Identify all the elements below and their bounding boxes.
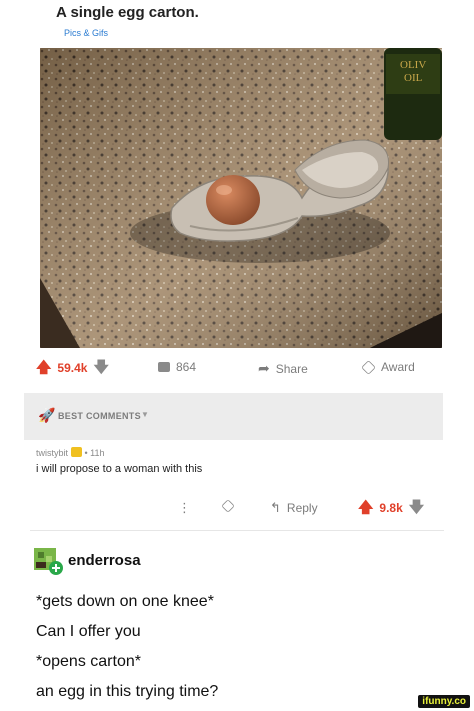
- comment-sort-bar[interactable]: 🚀 BEST COMMENTS ▼: [24, 393, 443, 440]
- rocket-icon: 🚀: [38, 407, 56, 423]
- comment-award-button[interactable]: [221, 499, 235, 513]
- divider: [30, 530, 444, 531]
- share-label: Share: [275, 361, 308, 376]
- bottle-label-line-1: OLIV: [400, 59, 426, 71]
- egg-carton-photo: OLIV OIL: [40, 48, 442, 348]
- reply-icon: ↰: [270, 500, 281, 515]
- post-header: A single egg carton. Pics & Gifs: [0, 0, 474, 46]
- award-label: Award: [381, 360, 415, 374]
- comment-age: • 11h: [84, 448, 105, 458]
- comment-more-button[interactable]: ⋮: [178, 500, 191, 516]
- bottle-label-line-2: OIL: [404, 72, 423, 84]
- vote-control: 🡅 59.4k 🡇: [36, 360, 109, 375]
- comment-body: i will propose to a woman with this: [36, 463, 203, 475]
- award-icon: [361, 359, 376, 375]
- upvote-icon[interactable]: 🡅: [36, 360, 51, 375]
- user-badge-icon: [71, 447, 83, 457]
- share-icon: ➦: [258, 360, 270, 376]
- comment-score: 9.8k: [379, 500, 403, 515]
- tweet-line: an egg in this trying time?: [36, 683, 219, 700]
- reply-button[interactable]: ↰ Reply: [270, 500, 318, 516]
- tweet-line: *opens carton*: [36, 653, 141, 670]
- share-button[interactable]: ➦ Share: [258, 360, 308, 377]
- comments-button[interactable]: 864: [158, 360, 196, 374]
- post-action-bar: 🡅 59.4k 🡇 864 ➦ Share Award: [0, 356, 474, 382]
- post-score: 59.4k: [57, 360, 88, 375]
- post-title[interactable]: A single egg carton.: [56, 4, 199, 21]
- comment-vote-control: 🡅 9.8k 🡇: [358, 500, 424, 515]
- comment-username[interactable]: twistybit: [36, 448, 68, 458]
- tweet-author[interactable]: enderrosa: [68, 552, 141, 569]
- avatar: [34, 546, 64, 576]
- comment-count: 864: [176, 360, 197, 374]
- downvote-icon[interactable]: 🡇: [93, 360, 108, 375]
- post-flair[interactable]: Pics & Gifs: [64, 28, 108, 38]
- comment-icon: [158, 362, 170, 372]
- reply-label: Reply: [286, 501, 318, 515]
- upvote-icon[interactable]: 🡅: [358, 500, 373, 515]
- comment-sort-label: BEST COMMENTS: [58, 411, 141, 421]
- award-icon: [221, 499, 235, 513]
- comment-meta: twistybit • 11h: [36, 447, 105, 458]
- ifunny-watermark: ifunny.co: [418, 695, 470, 708]
- downvote-icon[interactable]: 🡇: [409, 500, 424, 515]
- comment-action-bar: ⋮ ↰ Reply 🡅 9.8k 🡇: [0, 496, 474, 518]
- more-options-icon: ⋮: [178, 500, 191, 515]
- tweet-line: Can I offer you: [36, 623, 141, 640]
- tweet-line: *gets down on one knee*: [36, 593, 214, 610]
- award-button[interactable]: Award: [361, 359, 415, 375]
- post-image[interactable]: OLIV OIL: [40, 48, 442, 348]
- chevron-down-icon: ▼: [141, 410, 149, 419]
